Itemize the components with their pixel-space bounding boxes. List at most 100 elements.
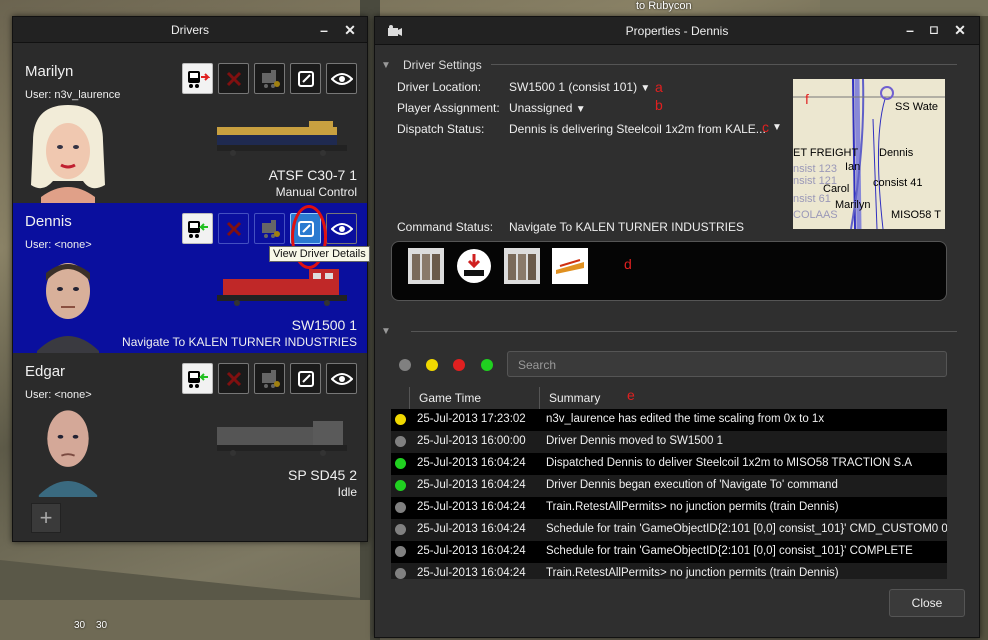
log-table[interactable]: 25-Jul-2013 17:23:02 n3v_laurence has edi… (391, 409, 947, 579)
divider (491, 64, 957, 65)
silo-icon[interactable] (408, 248, 444, 284)
drivers-titlebar[interactable]: Drivers – ✕ (13, 17, 367, 43)
map-label: Ian (845, 161, 861, 173)
command-status-label: Command Status: (397, 220, 494, 234)
x-icon (226, 221, 241, 236)
log-summary: Driver Dennis moved to SW1500 1 (546, 435, 724, 447)
eye-icon (330, 222, 353, 235)
assign-to-train-button[interactable] (182, 213, 213, 244)
assign-to-train-button[interactable] (182, 63, 213, 94)
loco-status: Manual Control (275, 185, 357, 199)
column-divider (539, 387, 540, 409)
driver-actions (182, 363, 357, 394)
location-label: to Rubycon (636, 0, 692, 12)
x-icon (226, 71, 241, 86)
stop-train-button[interactable] (254, 63, 285, 94)
table-row[interactable]: 25-Jul-2013 16:04:24 Train.RetestAllPermi… (391, 497, 947, 519)
view-driver-button[interactable] (326, 213, 357, 244)
column-header-summary[interactable]: Summary (549, 391, 600, 405)
map-label: Dennis (879, 147, 914, 159)
train-assign-icon (187, 370, 208, 388)
status-dot-icon (395, 546, 406, 557)
maximize-button[interactable]: ◻ (925, 21, 943, 39)
track-sign: 30 (74, 620, 86, 631)
filter-gray-toggle[interactable] (399, 359, 411, 371)
status-dot-icon (395, 480, 406, 491)
log-time: 25-Jul-2013 16:00:00 (417, 435, 526, 447)
driver-portrait (31, 105, 105, 203)
driver-user: User: n3v_laurence (25, 89, 121, 101)
column-divider (409, 387, 410, 409)
edit-icon (297, 70, 314, 87)
dispatch-dropdown-arrow-icon[interactable]: ▼ (772, 122, 782, 133)
minimize-button[interactable]: – (315, 21, 333, 39)
table-row[interactable]: 25-Jul-2013 16:04:24 Train.RetestAllPermi… (391, 563, 947, 579)
status-dot-icon (395, 458, 406, 469)
locomotive-image (217, 121, 347, 156)
log-summary: Schedule for train 'GameObjectID{2:101 [… (546, 523, 947, 535)
stop-train-button[interactable] (254, 363, 285, 394)
close-button[interactable]: ✕ (951, 21, 969, 39)
column-header-game-time[interactable]: Game Time (419, 391, 481, 405)
view-driver-button[interactable] (326, 63, 357, 94)
driver-location-dropdown[interactable]: SW1500 1 (consist 101) ▼ (509, 80, 650, 94)
properties-titlebar[interactable]: Properties - Dennis – ◻ ✕ (375, 17, 979, 45)
log-summary: Schedule for train 'GameObjectID{2:101 [… (546, 545, 913, 557)
view-driver-details-button[interactable] (290, 63, 321, 94)
table-row[interactable]: 25-Jul-2013 17:23:02 n3v_laurence has edi… (391, 409, 947, 431)
annotation-d: d (624, 256, 632, 272)
filter-red-toggle[interactable] (453, 359, 465, 371)
log-table-header: Game Time Summary e (391, 387, 947, 409)
search-input[interactable]: Search (507, 351, 947, 377)
stop-train-button[interactable] (254, 213, 285, 244)
delete-driver-button[interactable] (218, 363, 249, 394)
table-row[interactable]: 25-Jul-2013 16:00:00 Driver Dennis moved … (391, 431, 947, 453)
log-time: 25-Jul-2013 16:04:24 (417, 501, 526, 513)
command-status-value: Navigate To KALEN TURNER INDUSTRIES (509, 220, 744, 234)
close-dialog-button[interactable]: Close (889, 589, 965, 617)
log-time: 25-Jul-2013 17:23:02 (417, 413, 526, 425)
driver-card-edgar[interactable]: Edgar User: <none> SP SD45 2 Idle (13, 353, 367, 503)
drivers-window: Drivers – ✕ Marilyn User: n3v_laurence A… (12, 16, 370, 542)
command-queue-panel: d (391, 241, 947, 301)
driver-location-label: Driver Location: (397, 80, 482, 94)
annotation-a: a (655, 79, 663, 95)
divider (411, 331, 957, 332)
silo-icon[interactable] (504, 248, 540, 284)
collapse-arrow-icon[interactable]: ▼ (381, 326, 391, 337)
view-driver-button[interactable] (326, 363, 357, 394)
close-button[interactable]: ✕ (341, 21, 359, 39)
properties-window-title: Properties - Dennis (625, 24, 729, 38)
table-row[interactable]: 25-Jul-2013 16:04:24 Dispatched Dennis to… (391, 453, 947, 475)
drivers-window-title: Drivers (171, 23, 209, 37)
table-row[interactable]: 25-Jul-2013 16:04:24 Schedule for train '… (391, 541, 947, 563)
loco-icon (261, 219, 280, 238)
driver-card-dennis[interactable]: Dennis User: <none> View Driver Details … (13, 203, 370, 353)
driver-portrait (37, 263, 99, 353)
minimize-button[interactable]: – (901, 21, 919, 39)
map-preview[interactable]: SS Wate ET FREIGHT Dennis nsist 123 Ian … (793, 79, 945, 229)
industry-logo-icon[interactable] (552, 248, 588, 284)
table-row[interactable]: 25-Jul-2013 16:04:24 Schedule for train '… (391, 519, 947, 541)
status-dot-icon (395, 502, 406, 513)
driver-card-marilyn[interactable]: Marilyn User: n3v_laurence ATSF C30-7 1 … (13, 53, 367, 203)
map-label: MISO58 T (891, 209, 941, 221)
locomotive-image (217, 421, 347, 456)
player-assignment-dropdown[interactable]: Unassigned ▼ (509, 101, 586, 115)
unload-icon[interactable] (456, 248, 492, 284)
locomotive-image (217, 269, 347, 306)
table-row[interactable]: 25-Jul-2013 16:04:24 Driver Dennis began … (391, 475, 947, 497)
collapse-arrow-icon[interactable]: ▼ (381, 60, 391, 71)
dispatch-status-dropdown[interactable]: Dennis is delivering Steelcoil 1x2m from… (509, 122, 766, 136)
filter-green-toggle[interactable] (481, 359, 493, 371)
driver-name: Marilyn (25, 63, 74, 80)
filter-yellow-toggle[interactable] (426, 359, 438, 371)
assign-to-train-button[interactable] (182, 363, 213, 394)
delete-driver-button[interactable] (218, 63, 249, 94)
status-dot-icon (395, 524, 406, 535)
annotation-c: c (762, 119, 769, 135)
add-driver-button[interactable]: + (31, 503, 61, 533)
view-driver-details-button[interactable] (290, 363, 321, 394)
delete-driver-button[interactable] (218, 213, 249, 244)
driver-settings-header: Driver Settings (403, 58, 482, 72)
